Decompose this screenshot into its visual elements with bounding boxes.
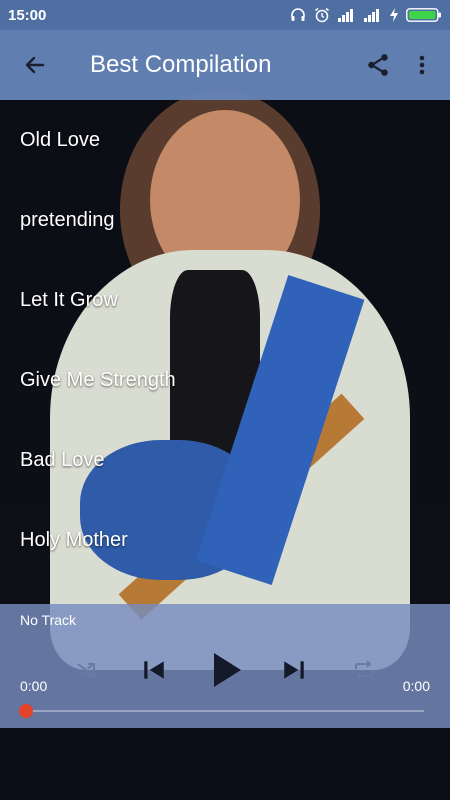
shuffle-button[interactable] xyxy=(64,644,108,696)
overflow-menu-button[interactable] xyxy=(400,30,444,100)
alarm-icon xyxy=(315,7,329,23)
track-title: pretending xyxy=(20,208,115,231)
track-item[interactable]: Let It Grow xyxy=(0,260,450,340)
signal-icon xyxy=(364,9,379,22)
total-duration: 0:00 xyxy=(402,678,430,694)
track-item[interactable]: Old Love xyxy=(0,100,450,180)
track-item[interactable]: Give Me Strength xyxy=(0,340,450,420)
share-button[interactable] xyxy=(356,30,400,100)
charging-icon xyxy=(390,8,398,22)
repeat-button[interactable] xyxy=(342,644,386,696)
seek-thumb[interactable] xyxy=(19,704,33,718)
next-icon xyxy=(284,661,304,679)
next-button[interactable] xyxy=(272,644,316,696)
page-title: Best Compilation xyxy=(90,51,272,78)
more-vert-icon xyxy=(419,55,425,75)
previous-icon xyxy=(144,661,164,679)
now-playing-label: No Track xyxy=(20,612,77,628)
app-bar: Best Compilation xyxy=(0,30,450,100)
player-panel: No Track 0:00 0:00 xyxy=(0,604,450,728)
elapsed-time: 0:00 xyxy=(20,678,48,694)
track-title: Holy Mother xyxy=(20,528,128,551)
track-item[interactable]: pretending xyxy=(0,180,450,260)
repeat-icon xyxy=(355,660,373,680)
share-icon xyxy=(368,54,388,76)
battery-icon xyxy=(406,8,441,22)
status-bar: 15:00 xyxy=(0,0,450,30)
status-time: 15:00 xyxy=(8,6,47,24)
back-button[interactable] xyxy=(0,30,70,100)
track-list: Old Love pretending Let It Grow Give Me … xyxy=(0,100,450,580)
status-icons xyxy=(290,7,442,23)
track-item[interactable]: Holy Mother xyxy=(0,500,450,580)
play-icon xyxy=(214,653,241,687)
track-item[interactable]: Bad Love xyxy=(0,420,450,500)
headphones-icon xyxy=(291,8,305,21)
shuffle-icon xyxy=(77,663,95,677)
track-title: Give Me Strength xyxy=(20,368,176,391)
back-arrow-icon xyxy=(25,56,45,74)
bottom-area xyxy=(0,728,450,800)
track-title: Old Love xyxy=(20,128,101,151)
signal-icon xyxy=(338,9,353,22)
track-title: Bad Love xyxy=(20,448,105,471)
play-button[interactable] xyxy=(202,644,252,696)
seek-bar[interactable] xyxy=(20,710,424,712)
previous-button[interactable] xyxy=(132,644,176,696)
track-title: Let It Grow xyxy=(20,288,118,311)
